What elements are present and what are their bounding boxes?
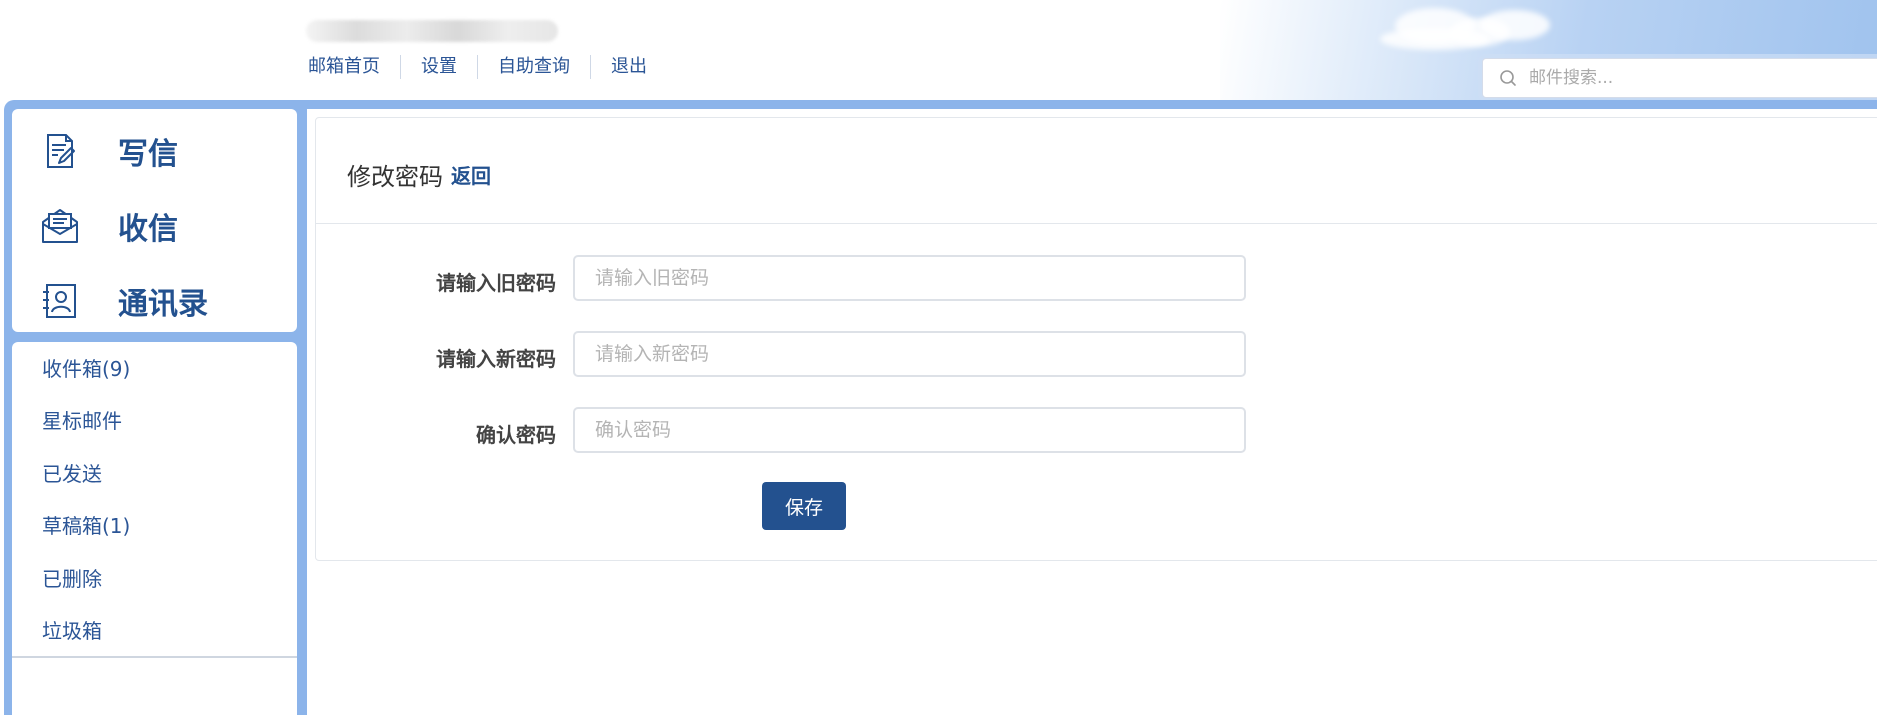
page-title: 修改密码 (347, 163, 443, 191)
compose-icon (47, 134, 75, 168)
change-password-card: 修改密码 返回 请输入旧密码 请输入新密码 确认密码 保存 (315, 117, 1877, 561)
mail-search-box (1482, 58, 1877, 98)
new-password-field[interactable] (573, 331, 1246, 377)
folder-starred[interactable]: 星标邮件 (42, 408, 122, 434)
contacts-button[interactable]: 通讯录 (40, 279, 208, 323)
folder-sent[interactable]: 已发送 (42, 461, 102, 487)
back-link[interactable]: 返回 (451, 160, 491, 189)
search-icon[interactable] (1499, 69, 1517, 87)
inbox-envelope-icon (42, 209, 78, 243)
new-password-label: 请输入新密码 (436, 347, 556, 371)
folder-drafts[interactable]: 草稿箱(1) (42, 513, 130, 539)
save-button[interactable]: 保存 (762, 482, 846, 530)
nav-divider (477, 55, 478, 79)
folder-spam[interactable]: 垃圾箱 (42, 618, 102, 644)
nav-divider (590, 55, 591, 79)
old-password-label: 请输入旧密码 (436, 271, 556, 295)
nav-self-service[interactable]: 自助查询 (498, 54, 570, 80)
user-email-blurred (306, 20, 558, 42)
receive-mail-button[interactable]: 收信 (40, 204, 178, 248)
nav-mail-home[interactable]: 邮箱首页 (308, 54, 380, 80)
confirm-password-field[interactable] (573, 407, 1246, 453)
nav-settings[interactable]: 设置 (421, 54, 457, 80)
card-header: 修改密码 返回 (316, 118, 1877, 224)
contacts-icon (43, 284, 76, 318)
folder-divider (12, 656, 297, 658)
folder-deleted[interactable]: 已删除 (42, 566, 102, 592)
main-content: 修改密码 返回 请输入旧密码 请输入新密码 确认密码 保存 (307, 109, 1877, 715)
old-password-field[interactable] (573, 255, 1246, 301)
header: 邮箱首页 设置 自助查询 退出 (0, 0, 1877, 100)
compose-label: 写信 (118, 137, 178, 172)
quick-actions-panel: 写信 收信 通讯录 (12, 109, 297, 332)
contacts-label: 通讯录 (118, 287, 208, 322)
top-nav: 邮箱首页 设置 自助查询 退出 (308, 54, 647, 80)
nav-logout[interactable]: 退出 (611, 54, 647, 80)
folder-inbox[interactable]: 收件箱(9) (42, 356, 130, 382)
folder-panel: 收件箱(9) 星标邮件 已发送 草稿箱(1) 已删除 垃圾箱 (12, 342, 297, 715)
nav-divider (400, 55, 401, 79)
mail-search-input[interactable] (1527, 67, 1871, 89)
compose-button[interactable]: 写信 (40, 129, 178, 173)
confirm-password-label: 确认密码 (476, 423, 556, 447)
receive-mail-label: 收信 (118, 212, 178, 247)
